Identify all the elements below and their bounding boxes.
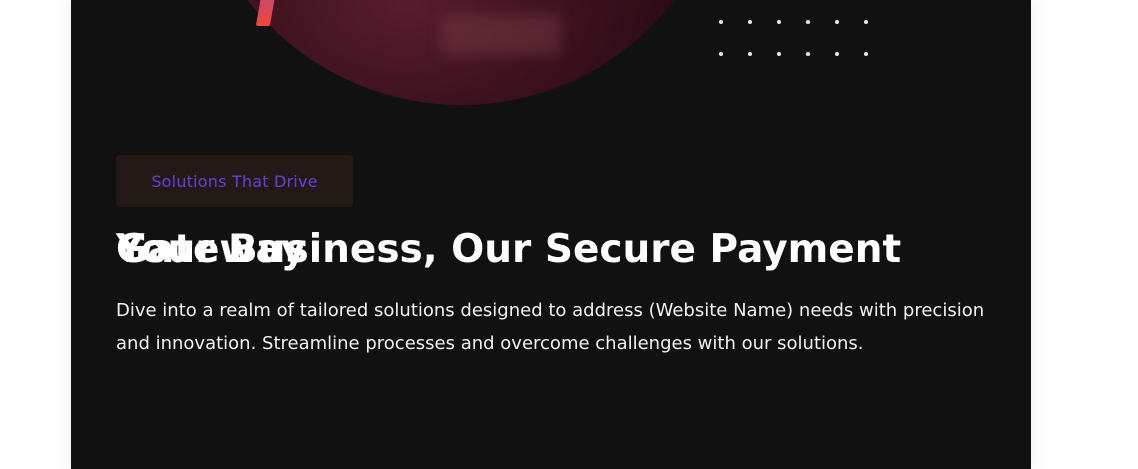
dot-grid-decoration: [719, 20, 879, 62]
solutions-tag: Solutions That Drive: [116, 155, 353, 207]
hero-description: Dive into a realm of tailored solutions …: [116, 300, 985, 354]
hero-card: Solutions That Drive Your Business, Our …: [71, 0, 1031, 469]
hero-image: [191, 0, 731, 105]
solutions-tag-label: Solutions That Drive: [151, 171, 318, 191]
headline-line-2: Gateway: [116, 227, 306, 272]
hero-image-detail: [441, 15, 561, 55]
